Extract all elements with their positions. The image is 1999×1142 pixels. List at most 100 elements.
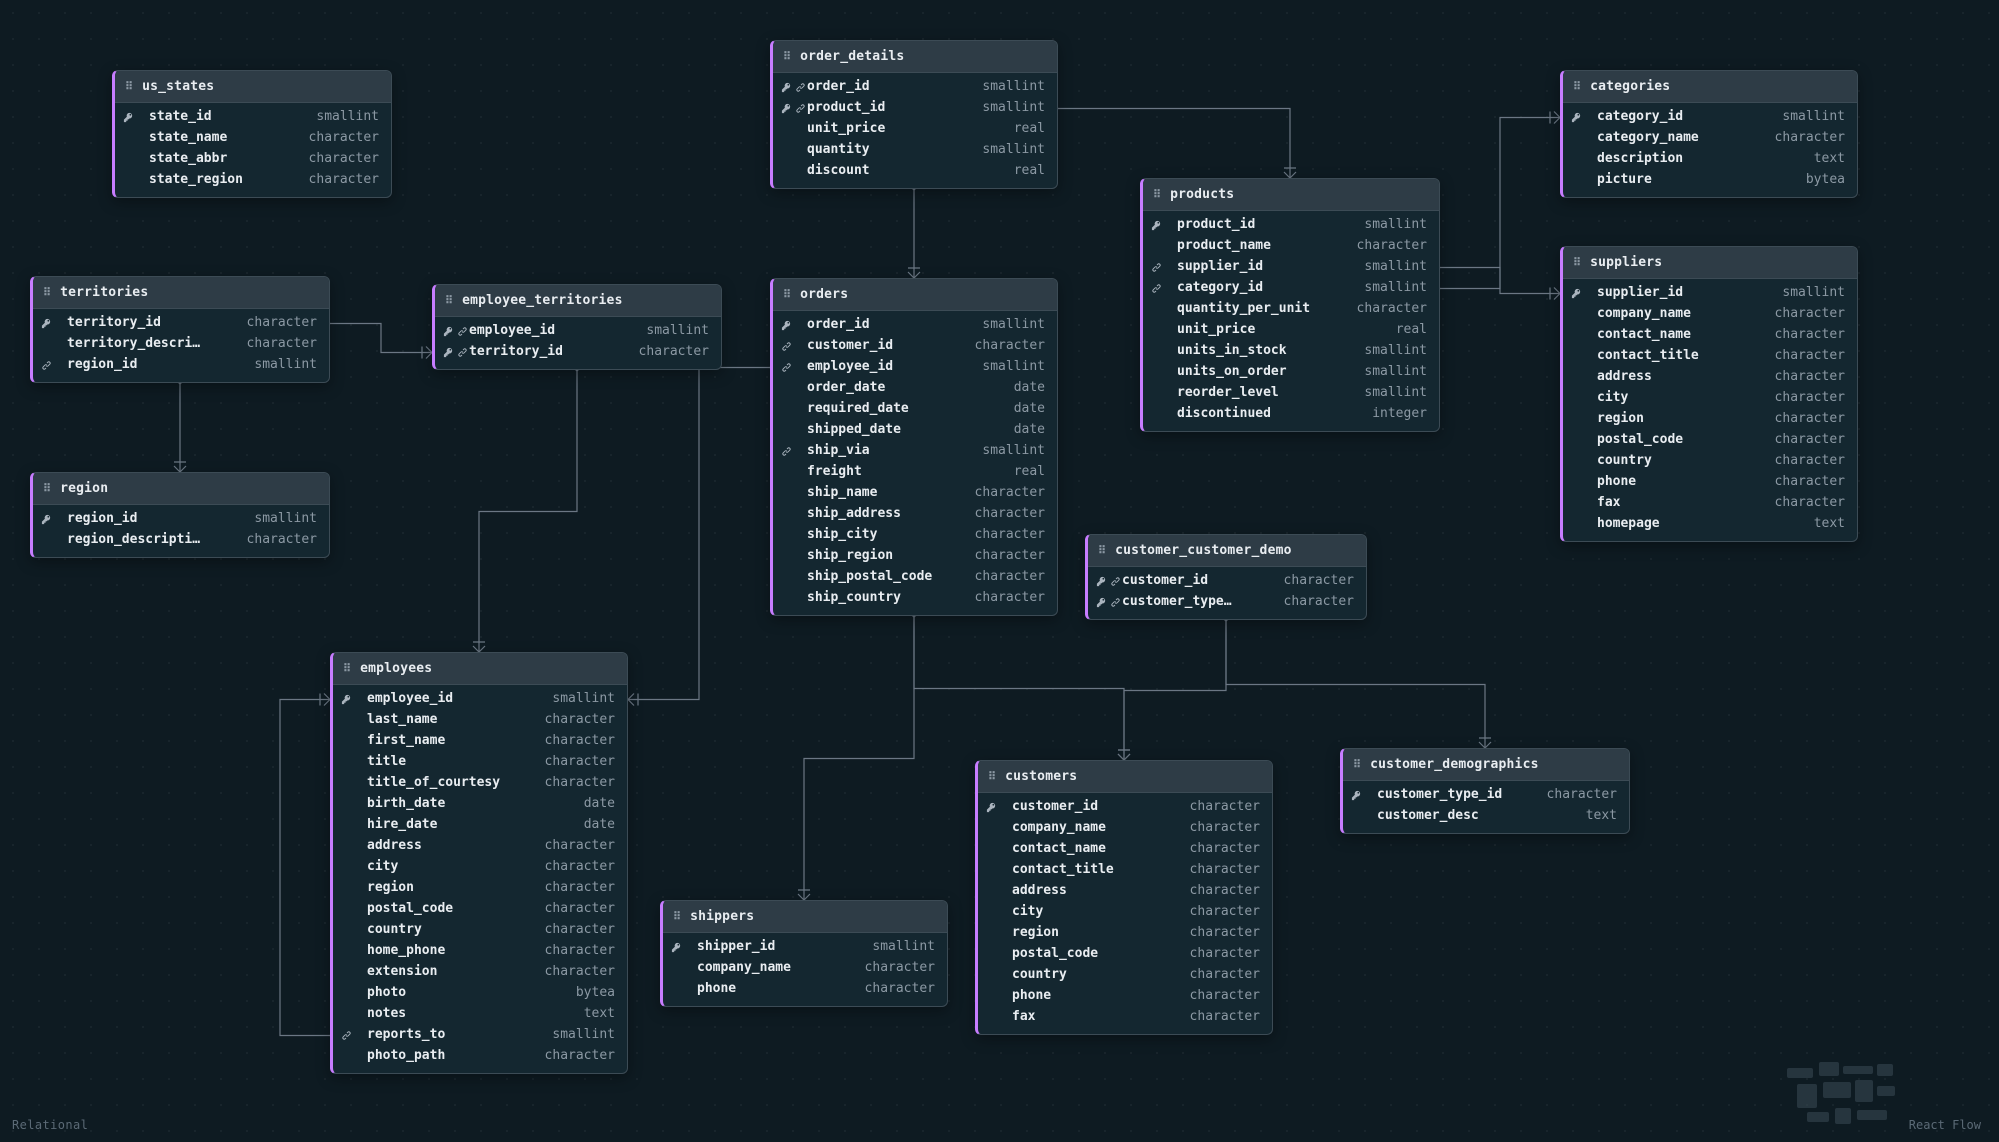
column-name: region_id	[67, 510, 254, 529]
column-row: order_idsmallint	[773, 77, 1057, 98]
column-name: region	[1012, 924, 1190, 943]
table-header[interactable]: ⠿orders	[773, 279, 1057, 311]
columns-list: customer_idcharactercompany_namecharacte…	[978, 793, 1272, 1034]
drag-handle-icon[interactable]: ⠿	[1573, 256, 1582, 269]
column-type: character	[1190, 903, 1260, 922]
table-header[interactable]: ⠿suppliers	[1563, 247, 1857, 279]
table-header[interactable]: ⠿ products	[1143, 179, 1439, 211]
table-suppliers[interactable]: ⠿supplierssupplier_idsmallintcompany_nam…	[1560, 246, 1858, 542]
table-header[interactable]: ⠿customer_customer_demo	[1088, 535, 1366, 567]
column-name: customer_type_id	[1377, 786, 1547, 805]
column-name: territory_id	[67, 314, 247, 333]
relationship-edge	[1226, 621, 1485, 748]
columns-list: employee_idsmallintterritory_idcharacter	[435, 317, 721, 369]
table-header[interactable]: ⠿customers	[978, 761, 1272, 793]
drag-handle-icon[interactable]: ⠿	[1098, 544, 1107, 557]
column-row: territory_idcharacter	[435, 342, 721, 363]
column-name: category_id	[1597, 108, 1782, 127]
column-type: character	[1190, 924, 1260, 943]
drag-handle-icon[interactable]: ⠿	[445, 294, 454, 307]
table-header[interactable]: ⠿employees	[333, 653, 627, 685]
column-row: citycharacter	[1563, 388, 1857, 409]
table-customer_customer_demo[interactable]: ⠿customer_customer_demo customer_idcharac…	[1085, 534, 1367, 620]
table-header[interactable]: ⠿ region	[33, 473, 329, 505]
column-type: smallint	[1364, 279, 1427, 298]
table-shippers[interactable]: ⠿shippersshipper_idsmallintcompany_namec…	[660, 900, 948, 1007]
table-header[interactable]: ⠿categories	[1563, 71, 1857, 103]
column-type: character	[545, 921, 615, 940]
column-type: character	[1284, 593, 1354, 612]
column-row: ship_countrycharacter	[773, 588, 1057, 609]
column-row: birth_datedate	[333, 794, 627, 815]
column-type: character	[1775, 410, 1845, 429]
column-type: character	[865, 959, 935, 978]
table-header[interactable]: ⠿employee_territories	[435, 285, 721, 317]
column-row: customer_idcharacter	[773, 336, 1057, 357]
column-row: order_idsmallint	[773, 315, 1057, 336]
table-order_details[interactable]: ⠿order_detailsorder_idsmallintproduct_id…	[770, 40, 1058, 189]
column-type: smallint	[1782, 284, 1845, 303]
table-name: region	[60, 481, 108, 496]
relationship-edge	[330, 324, 432, 353]
column-row: descriptiontext	[1563, 149, 1857, 170]
column-type: character	[247, 335, 317, 354]
foreign-key-icon	[781, 446, 792, 457]
table-categories[interactable]: ⠿categoriescategory_idsmallintcategory_n…	[1560, 70, 1858, 198]
column-type: character	[1775, 368, 1845, 387]
drag-handle-icon[interactable]: ⠿	[1353, 758, 1362, 771]
column-type: bytea	[576, 984, 615, 1003]
diagram-canvas[interactable]: ⠿us_statesstate_idsmallintstate_namechar…	[0, 0, 1999, 1142]
column-type: smallint	[1364, 258, 1427, 277]
table-products[interactable]: ⠿productsproduct_idsmallintproduct_namec…	[1140, 178, 1440, 432]
column-name: order_id	[807, 316, 982, 335]
column-row: postal_codecharacter	[1563, 430, 1857, 451]
table-us_states[interactable]: ⠿us_statesstate_idsmallintstate_namechar…	[112, 70, 392, 198]
column-name: phone	[1012, 987, 1190, 1006]
drag-handle-icon[interactable]: ⠿	[125, 80, 134, 93]
table-customer_demographics[interactable]: ⠿customer_demographicscustomer_type_idch…	[1340, 748, 1630, 834]
table-header[interactable]: ⠿order_details	[773, 41, 1057, 73]
drag-handle-icon[interactable]: ⠿	[783, 50, 792, 63]
foreign-key-icon	[795, 103, 806, 114]
drag-handle-icon[interactable]: ⠿	[673, 910, 682, 923]
primary-key-icon	[1351, 790, 1362, 801]
drag-handle-icon[interactable]: ⠿	[43, 286, 52, 299]
table-employees[interactable]: ⠿employeesemployee_idsmallintlast_namech…	[330, 652, 628, 1074]
column-name: postal_code	[367, 900, 545, 919]
column-type: date	[1014, 379, 1045, 398]
column-name: shipper_id	[697, 938, 872, 957]
table-header[interactable]: ⠿shippers	[663, 901, 947, 933]
primary-key-icon	[671, 942, 682, 953]
column-type: smallint	[646, 322, 709, 341]
column-type: character	[1775, 326, 1845, 345]
table-header[interactable]: ⠿us_states	[115, 71, 391, 103]
drag-handle-icon[interactable]: ⠿	[343, 662, 352, 675]
column-name: product_id	[1177, 216, 1364, 235]
column-name: employee_id	[807, 358, 982, 377]
drag-handle-icon[interactable]: ⠿	[1573, 80, 1582, 93]
table-orders[interactable]: ⠿orders order_idsmallintcustomer_idcharac…	[770, 278, 1058, 616]
column-name: customer_id	[807, 337, 975, 356]
column-name: customer_id	[1122, 572, 1284, 591]
column-row: ship_namecharacter	[773, 483, 1057, 504]
column-name: customer_type…	[1122, 593, 1284, 612]
drag-handle-icon[interactable]: ⠿	[1153, 188, 1162, 201]
primary-key-icon	[1096, 576, 1107, 587]
edge-end-marker	[1479, 738, 1491, 748]
column-row: ship_addresscharacter	[773, 504, 1057, 525]
column-name: photo	[367, 984, 576, 1003]
column-name: reports_to	[367, 1026, 552, 1045]
column-row: quantity_per_unitcharacter	[1143, 299, 1439, 320]
drag-handle-icon[interactable]: ⠿	[988, 770, 997, 783]
table-employee_territories[interactable]: ⠿employee_territoriesemployee_idsmallint…	[432, 284, 722, 370]
table-header[interactable]: ⠿customer_demographics	[1343, 749, 1629, 781]
table-name: products	[1170, 187, 1234, 202]
drag-handle-icon[interactable]: ⠿	[43, 482, 52, 495]
drag-handle-icon[interactable]: ⠿	[783, 288, 792, 301]
table-customers[interactable]: ⠿customerscustomer_idcharactercompany_na…	[975, 760, 1273, 1035]
table-header[interactable]: ⠿territories	[33, 277, 329, 309]
column-type: character	[865, 980, 935, 999]
column-name: phone	[697, 980, 865, 999]
table-territories[interactable]: ⠿territoriesterritory_idcharacterterrito…	[30, 276, 330, 383]
table-region[interactable]: ⠿regionregion_idsmallintregion_descripti…	[30, 472, 330, 558]
